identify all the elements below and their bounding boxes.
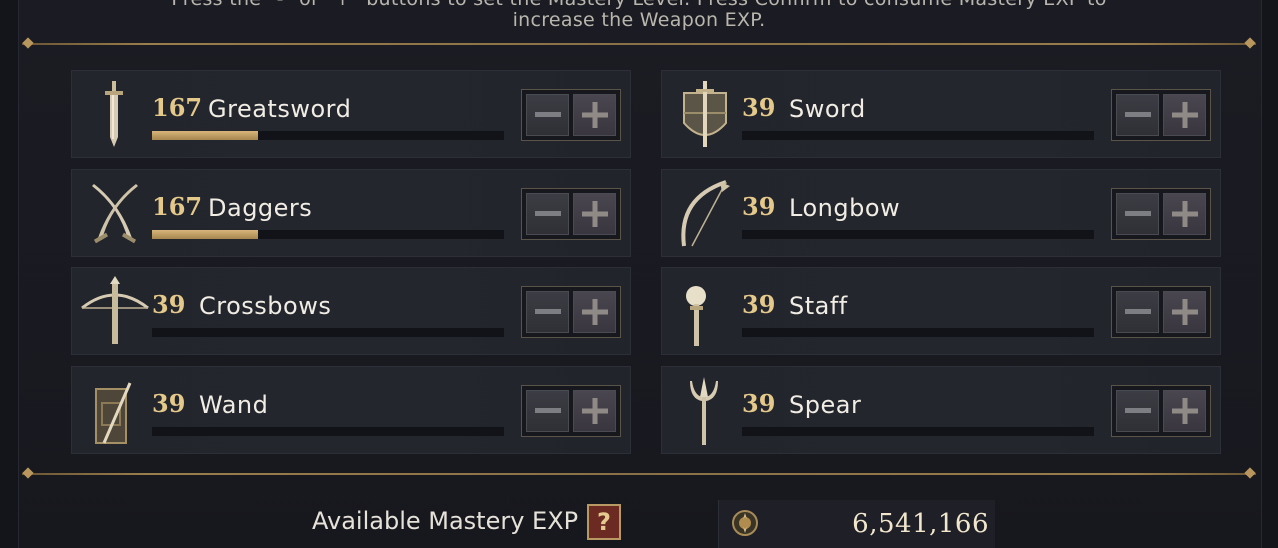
minus-icon: [534, 309, 561, 314]
plus-button[interactable]: [1163, 291, 1206, 333]
weapon-exp-bar: [742, 328, 1094, 337]
plus-button[interactable]: [573, 193, 616, 235]
weapon-level: 39: [742, 389, 776, 418]
sword-shield-icon: [670, 79, 740, 151]
plus-button[interactable]: [1163, 390, 1206, 432]
plus-icon: [581, 201, 608, 227]
plus-button[interactable]: [573, 390, 616, 432]
weapon-level: 167: [152, 192, 203, 221]
minus-icon: [1124, 112, 1151, 117]
mastery-exp-amount: 6,541,166: [852, 509, 989, 539]
weapon-exp-fill: [152, 131, 258, 140]
weapon-card-wand: 39 Wand: [71, 366, 631, 454]
plus-icon: [581, 299, 608, 325]
minus-button[interactable]: [1116, 390, 1159, 432]
plus-icon: [1171, 102, 1198, 128]
level-stepper: [1111, 188, 1211, 240]
weapon-card-spear: 39 Spear: [661, 366, 1221, 454]
plus-icon: [1171, 398, 1198, 424]
minus-icon: [534, 211, 561, 216]
daggers-icon: [80, 178, 150, 250]
plus-icon: [581, 102, 608, 128]
weapon-name: Greatsword: [208, 95, 352, 123]
weapon-level: 39: [742, 192, 776, 221]
weapon-level: 167: [152, 93, 203, 122]
minus-button[interactable]: [1116, 193, 1159, 235]
level-stepper: [521, 188, 621, 240]
minus-icon: [1124, 309, 1151, 314]
mastery-exp-amount-box: 6,541,166: [718, 500, 995, 548]
weapon-name: Daggers: [208, 194, 313, 222]
weapon-level: 39: [152, 389, 186, 418]
weapon-name: Spear: [789, 391, 862, 419]
top-divider: [22, 43, 1256, 45]
weapon-card-greatsword: 167 Greatsword: [71, 70, 631, 158]
plus-icon: [1171, 299, 1198, 325]
available-mastery-exp-label: Available Mastery EXP: [312, 507, 579, 535]
plus-button[interactable]: [1163, 193, 1206, 235]
minus-icon: [1124, 211, 1151, 216]
weapon-level: 39: [742, 93, 776, 122]
minus-button[interactable]: [526, 291, 569, 333]
plus-icon: [1171, 201, 1198, 227]
weapon-name: Longbow: [789, 194, 901, 222]
plus-button[interactable]: [573, 94, 616, 136]
level-stepper: [521, 385, 621, 437]
weapon-name: Wand: [199, 391, 269, 419]
level-stepper: [521, 89, 621, 141]
help-button[interactable]: ?: [587, 504, 621, 540]
level-stepper: [1111, 286, 1211, 338]
weapon-exp-bar: [152, 230, 504, 239]
weapon-exp-bar: [742, 427, 1094, 436]
bottom-divider: [22, 473, 1256, 475]
minus-button[interactable]: [526, 390, 569, 432]
minus-button[interactable]: [1116, 94, 1159, 136]
weapon-name: Sword: [789, 95, 866, 123]
plus-button[interactable]: [573, 291, 616, 333]
spear-icon: [670, 375, 740, 447]
minus-icon: [534, 112, 561, 117]
minus-button[interactable]: [1116, 291, 1159, 333]
mastery-exp-coin-icon: [732, 510, 758, 536]
weapon-card-crossbows: 39 Crossbows: [71, 267, 631, 355]
weapon-card-longbow: 39 Longbow: [661, 169, 1221, 257]
plus-button[interactable]: [1163, 94, 1206, 136]
minus-button[interactable]: [526, 94, 569, 136]
weapon-name: Staff: [789, 292, 848, 320]
weapon-exp-fill: [152, 230, 258, 239]
level-stepper: [521, 286, 621, 338]
level-stepper: [1111, 89, 1211, 141]
wand-tome-icon: [80, 375, 150, 447]
level-stepper: [1111, 385, 1211, 437]
weapon-card-staff: 39 Staff: [661, 267, 1221, 355]
weapon-exp-bar: [152, 131, 504, 140]
crossbow-icon: [80, 276, 150, 348]
weapon-card-daggers: 167 Daggers: [71, 169, 631, 257]
minus-button[interactable]: [526, 193, 569, 235]
greatsword-icon: [80, 79, 150, 151]
weapon-card-sword: 39 Sword: [661, 70, 1221, 158]
weapon-exp-bar: [152, 328, 504, 337]
weapon-level: 39: [152, 290, 186, 319]
weapon-level: 39: [742, 290, 776, 319]
weapon-exp-bar: [152, 427, 504, 436]
minus-icon: [534, 408, 561, 413]
weapon-name: Crossbows: [199, 292, 332, 320]
longbow-icon: [670, 178, 740, 250]
plus-icon: [581, 398, 608, 424]
staff-icon: [670, 276, 740, 348]
instruction-text-line2: increase the Weapon EXP.: [512, 9, 766, 31]
weapon-exp-bar: [742, 230, 1094, 239]
minus-icon: [1124, 408, 1151, 413]
weapon-exp-bar: [742, 131, 1094, 140]
